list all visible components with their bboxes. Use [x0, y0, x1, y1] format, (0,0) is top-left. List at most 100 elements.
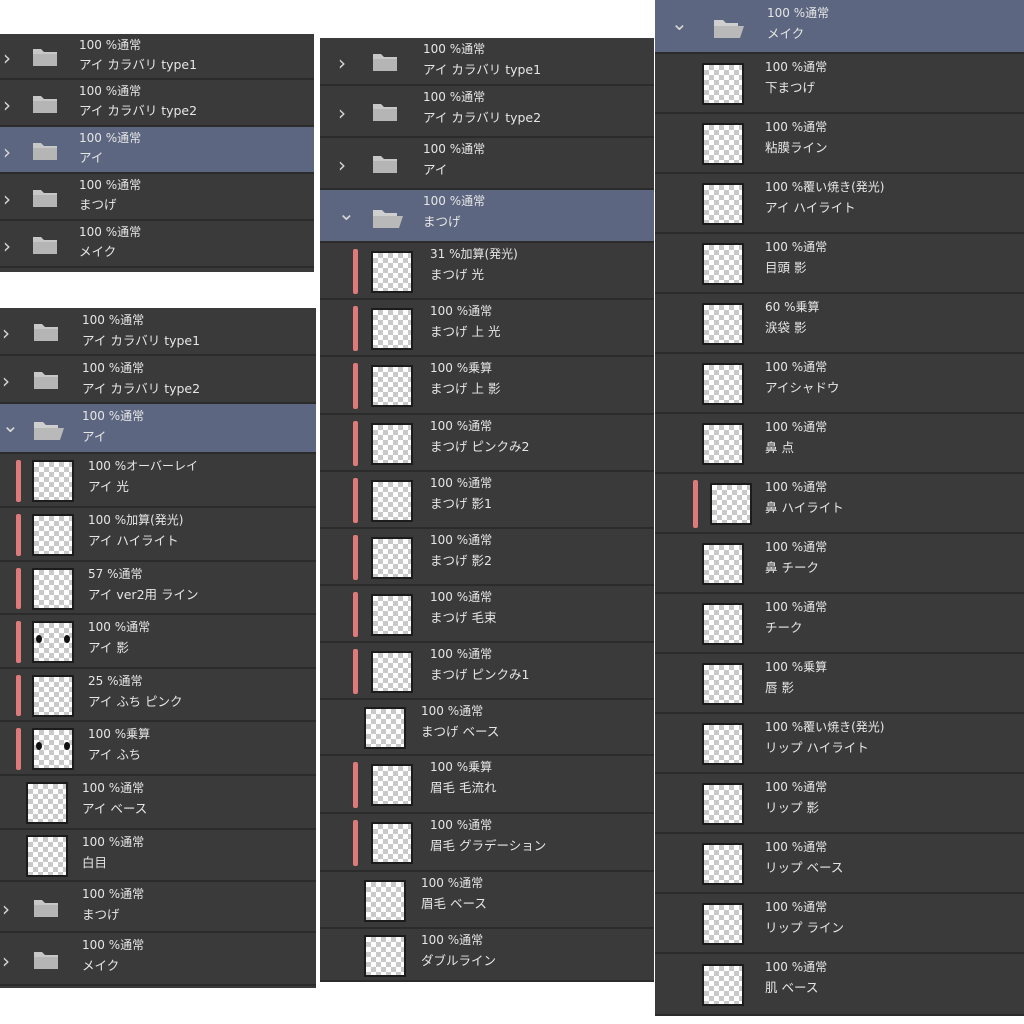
clipping-mask-indicator [353, 592, 358, 637]
chevron-right-icon[interactable]: › [338, 155, 346, 175]
layer-blend-opacity: 100 %通常 [765, 120, 828, 134]
layer-row[interactable]: 100 %オーバーレイ アイ 光 [0, 454, 316, 508]
layer-name: 鼻 チーク [765, 560, 819, 575]
layer-row[interactable]: 25 %通常 アイ ふち ピンク [0, 669, 316, 722]
layer-folder-row[interactable]: › 100 %通常 まつげ [0, 882, 316, 933]
layer-row[interactable]: 100 %通常 粘膜ライン [655, 114, 1024, 174]
layer-row[interactable]: 100 %通常 リップ ライン [655, 894, 1024, 954]
layer-row[interactable]: 100 %乗算 まつげ 上 影 [320, 357, 654, 415]
chevron-right-icon[interactable]: › [2, 323, 10, 343]
chevron-right-icon[interactable]: › [2, 951, 10, 971]
layer-row[interactable]: 100 %通常 アイ 影 [0, 615, 316, 669]
layer-row[interactable]: 100 %通常 まつげ ピンクみ1 [320, 643, 654, 700]
layer-folder-row[interactable]: › 100 %通常 アイ カラバリ type1 [320, 38, 654, 86]
layer-thumbnail [32, 621, 74, 663]
layer-name: リップ 影 [765, 800, 819, 815]
layer-row[interactable]: 100 %通常鼻 点 [655, 414, 1024, 474]
layer-name: まつげ [82, 907, 120, 922]
layer-row[interactable]: 100 %通常 まつげ ベース [320, 700, 654, 756]
chevron-right-icon[interactable]: › [3, 142, 11, 162]
layer-row[interactable]: 100 %通常 リップ 影 [655, 774, 1024, 834]
layer-row[interactable]: 100 %通常 アイ ベース [0, 776, 316, 830]
layer-row[interactable]: 100 %通常 まつげ 毛束 [320, 586, 654, 643]
folder-icon [32, 188, 58, 208]
layer-thumbnail [702, 243, 744, 285]
layer-folder-row[interactable]: › 100 %通常 メイク [0, 933, 316, 986]
clipping-mask-indicator [353, 649, 358, 694]
layer-blend-opacity: 100 %通常 [421, 704, 484, 718]
layer-row[interactable]: 100 %通常 下まつげ [655, 54, 1024, 114]
layer-name: メイク [82, 958, 120, 973]
layer-row[interactable]: 100 %乗算 アイ ふち [0, 722, 316, 776]
layer-row[interactable]: 57 %通常 アイ ver2用 ライン [0, 562, 316, 615]
layer-name: アイ カラバリ type1 [79, 57, 198, 72]
layer-row[interactable]: 100 %通常 眉毛 ベース [320, 872, 654, 929]
layer-folder-row[interactable]: › 100 %通常アイ カラバリ type2 [0, 356, 316, 404]
layer-row[interactable]: 100 %通常鼻 チーク [655, 534, 1024, 594]
layer-row[interactable]: 100 %通常 チーク [655, 594, 1024, 654]
layer-folder-row[interactable]: › 100 %通常 アイ カラバリ type2 [0, 80, 314, 127]
layer-row[interactable]: 100 %乗算唇 影 [655, 654, 1024, 714]
chevron-right-icon[interactable]: › [3, 236, 11, 256]
layer-row[interactable]: 100 %加算(発光) アイ ハイライト [0, 508, 316, 562]
layer-folder-row[interactable]: ⌄ 100 %通常 アイ [0, 404, 316, 454]
clipping-mask-indicator [353, 820, 358, 866]
layer-folder-row[interactable]: › 100 %通常 アイ [0, 127, 314, 174]
chevron-down-icon[interactable]: ⌄ [2, 415, 19, 435]
layer-blend-opacity: 100 %通常 [82, 781, 145, 795]
layer-row[interactable]: 60 %乗算 涙袋 影 [655, 294, 1024, 354]
layer-name: アイ カラバリ type2 [82, 381, 201, 396]
layer-folder-row[interactable]: › 100 %通常 まつげ [0, 174, 314, 221]
layer-folder-row[interactable]: › 100 %通常 アイ [320, 138, 654, 190]
layer-blend-opacity: 100 %加算(発光) [88, 513, 184, 527]
chevron-right-icon[interactable]: › [2, 371, 10, 391]
layer-panel-eyelash-open: › 100 %通常 アイ カラバリ type1 › 100 %通常 アイ カラバリ typ… [320, 38, 654, 982]
layer-name: まつげ 光 [430, 267, 484, 282]
layer-name: 眉毛 ベース [421, 896, 487, 911]
layer-thumbnail [32, 460, 74, 502]
chevron-right-icon[interactable]: › [3, 189, 11, 209]
layer-blend-opacity: 100 %通常 [79, 131, 142, 145]
clipping-mask-indicator [16, 568, 21, 609]
layer-thumbnail [702, 603, 744, 645]
layer-row[interactable]: 100 %通常 リップ ベース [655, 834, 1024, 894]
layer-row[interactable]: 100 %通常 まつげ 上 光 [320, 300, 654, 357]
layer-row[interactable]: 100 %通常 目頭 影 [655, 234, 1024, 294]
layer-row[interactable]: 100 %乗算 眉毛 毛流れ [320, 756, 654, 814]
layer-name: アイ ハイライト [765, 200, 856, 215]
chevron-right-icon[interactable]: › [3, 95, 11, 115]
layer-blend-opacity: 100 %通常 [765, 780, 828, 794]
layer-folder-row[interactable]: › 100 %通常 メイク [0, 221, 314, 268]
layer-folder-row[interactable]: › 100 %通常 アイ カラバリ type1 [0, 34, 314, 80]
layer-name: アイ [82, 429, 107, 444]
layer-folder-row[interactable]: ⌄ 100 %通常 まつげ [320, 190, 654, 243]
chevron-down-icon[interactable]: ⌄ [338, 203, 355, 223]
chevron-right-icon[interactable]: › [2, 899, 10, 919]
layer-row[interactable]: 31 %加算(発光) まつげ 光 [320, 243, 654, 300]
layer-row[interactable]: 100 %通常 アイシャドウ [655, 354, 1024, 414]
layer-folder-row[interactable]: › 100 %通常 アイ カラバリ type2 [320, 86, 654, 138]
layer-row[interactable]: 100 %覆い焼き(発光) アイ ハイライト [655, 174, 1024, 234]
layer-row[interactable]: 100 %通常 まつげ 影2 [320, 529, 654, 586]
layer-name: アイ ベース [82, 801, 148, 816]
layer-blend-opacity: 100 %乗算 [430, 760, 493, 774]
folder-open-icon [713, 17, 744, 38]
chevron-right-icon[interactable]: › [3, 48, 11, 68]
layer-folder-row[interactable]: › 100 %通常 アイ カラバリ type1 [0, 308, 316, 356]
layer-row[interactable]: 100 %通常 ダブルライン [320, 929, 654, 982]
layer-row[interactable]: 100 %覆い焼き(発光) リップ ハイライト [655, 714, 1024, 774]
layer-row[interactable]: 100 %通常 まつげ ピンクみ2 [320, 415, 654, 472]
layer-row[interactable]: 100 %通常 まつげ 影1 [320, 472, 654, 529]
layer-name: アイ ふち ピンク [88, 694, 183, 709]
chevron-down-icon[interactable]: ⌄ [671, 13, 688, 33]
layer-row[interactable]: 100 %通常 白目 [0, 830, 316, 882]
chevron-right-icon[interactable]: › [338, 103, 346, 123]
layer-row[interactable]: 100 %通常鼻 ハイライト [655, 474, 1024, 534]
layer-row[interactable]: 100 %通常肌 ベース [655, 954, 1024, 1016]
layer-blend-opacity: 100 %通常 [765, 480, 828, 494]
chevron-right-icon[interactable]: › [338, 53, 346, 73]
layer-folder-row[interactable]: ⌄ 100 %通常 メイク [655, 0, 1024, 54]
layer-panel-makeup-open: ⌄ 100 %通常 メイク 100 %通常 下まつげ 100 %通常 粘膜ライン 100 %覆… [655, 0, 1024, 1016]
layer-row[interactable]: 100 %通常 眉毛 グラデーション [320, 814, 654, 872]
layer-blend-opacity: 100 %通常 [82, 361, 145, 375]
